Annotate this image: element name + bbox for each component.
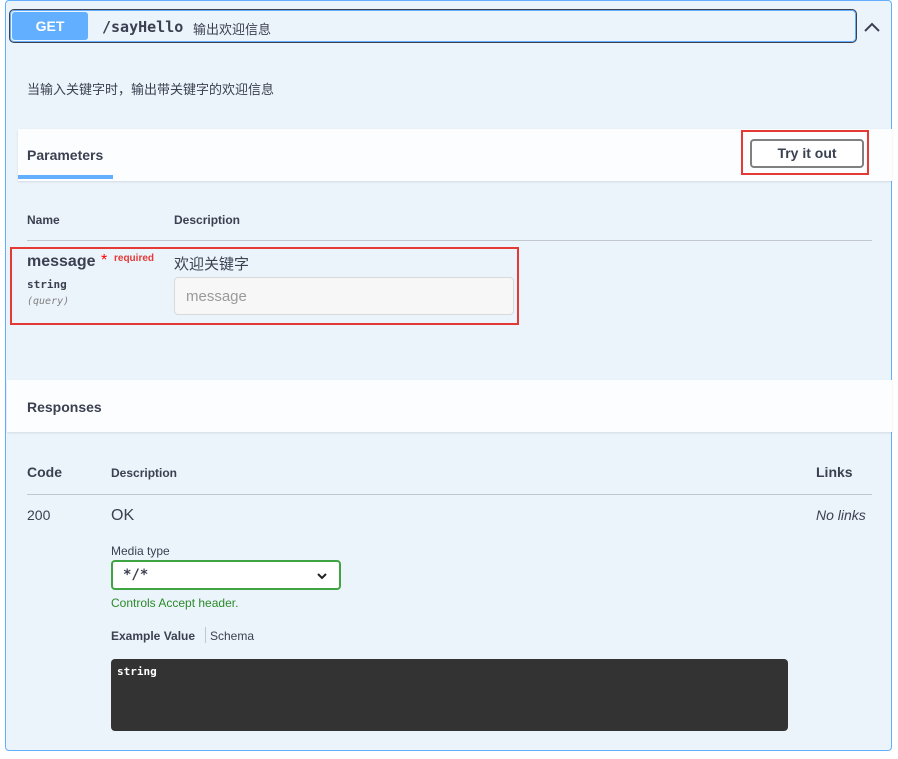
response-description: OK <box>111 507 135 524</box>
responses-header: Responses <box>7 380 892 432</box>
response-col-code: Code <box>27 464 62 480</box>
tab-divider <box>205 627 206 643</box>
response-header-rule <box>27 494 872 495</box>
response-col-description: Description <box>111 466 178 480</box>
responses-title: Responses <box>27 399 102 415</box>
opblock-summary[interactable]: GET /sayHello 输出欢迎信息 <box>9 9 857 43</box>
endpoint-summary: 输出欢迎信息 <box>193 22 272 37</box>
parameters-tab[interactable]: Parameters <box>27 147 103 163</box>
chevron-up-icon[interactable] <box>858 13 886 41</box>
response-links: No links <box>816 507 866 523</box>
media-type-label: Media type <box>111 544 170 558</box>
param-col-description: Description <box>174 213 241 227</box>
controls-accept-note: Controls Accept header. <box>111 596 239 610</box>
try-it-out-button[interactable]: Try it out <box>750 139 864 168</box>
parameter-highlight <box>10 247 519 325</box>
param-col-name: Name <box>27 213 60 227</box>
example-code-text: string <box>117 665 157 678</box>
example-value-tab[interactable]: Example Value <box>111 629 195 643</box>
media-type-value: */* <box>123 567 149 583</box>
method-badge: GET <box>12 12 88 40</box>
response-code: 200 <box>27 507 51 523</box>
param-header-rule <box>27 240 872 241</box>
example-code-block: string <box>111 659 788 731</box>
endpoint-path: /sayHello <box>102 18 184 36</box>
schema-tab[interactable]: Schema <box>210 629 254 643</box>
parameters-tab-underline <box>18 175 113 179</box>
response-col-links: Links <box>816 464 853 480</box>
chevron-down-icon <box>317 573 327 580</box>
opblock-get: GET /sayHello 输出欢迎信息 当输入关键字时，输出带关键字的欢迎信息… <box>5 0 892 751</box>
operation-description: 当输入关键字时，输出带关键字的欢迎信息 <box>27 82 275 97</box>
media-type-select[interactable]: */* <box>111 560 341 590</box>
